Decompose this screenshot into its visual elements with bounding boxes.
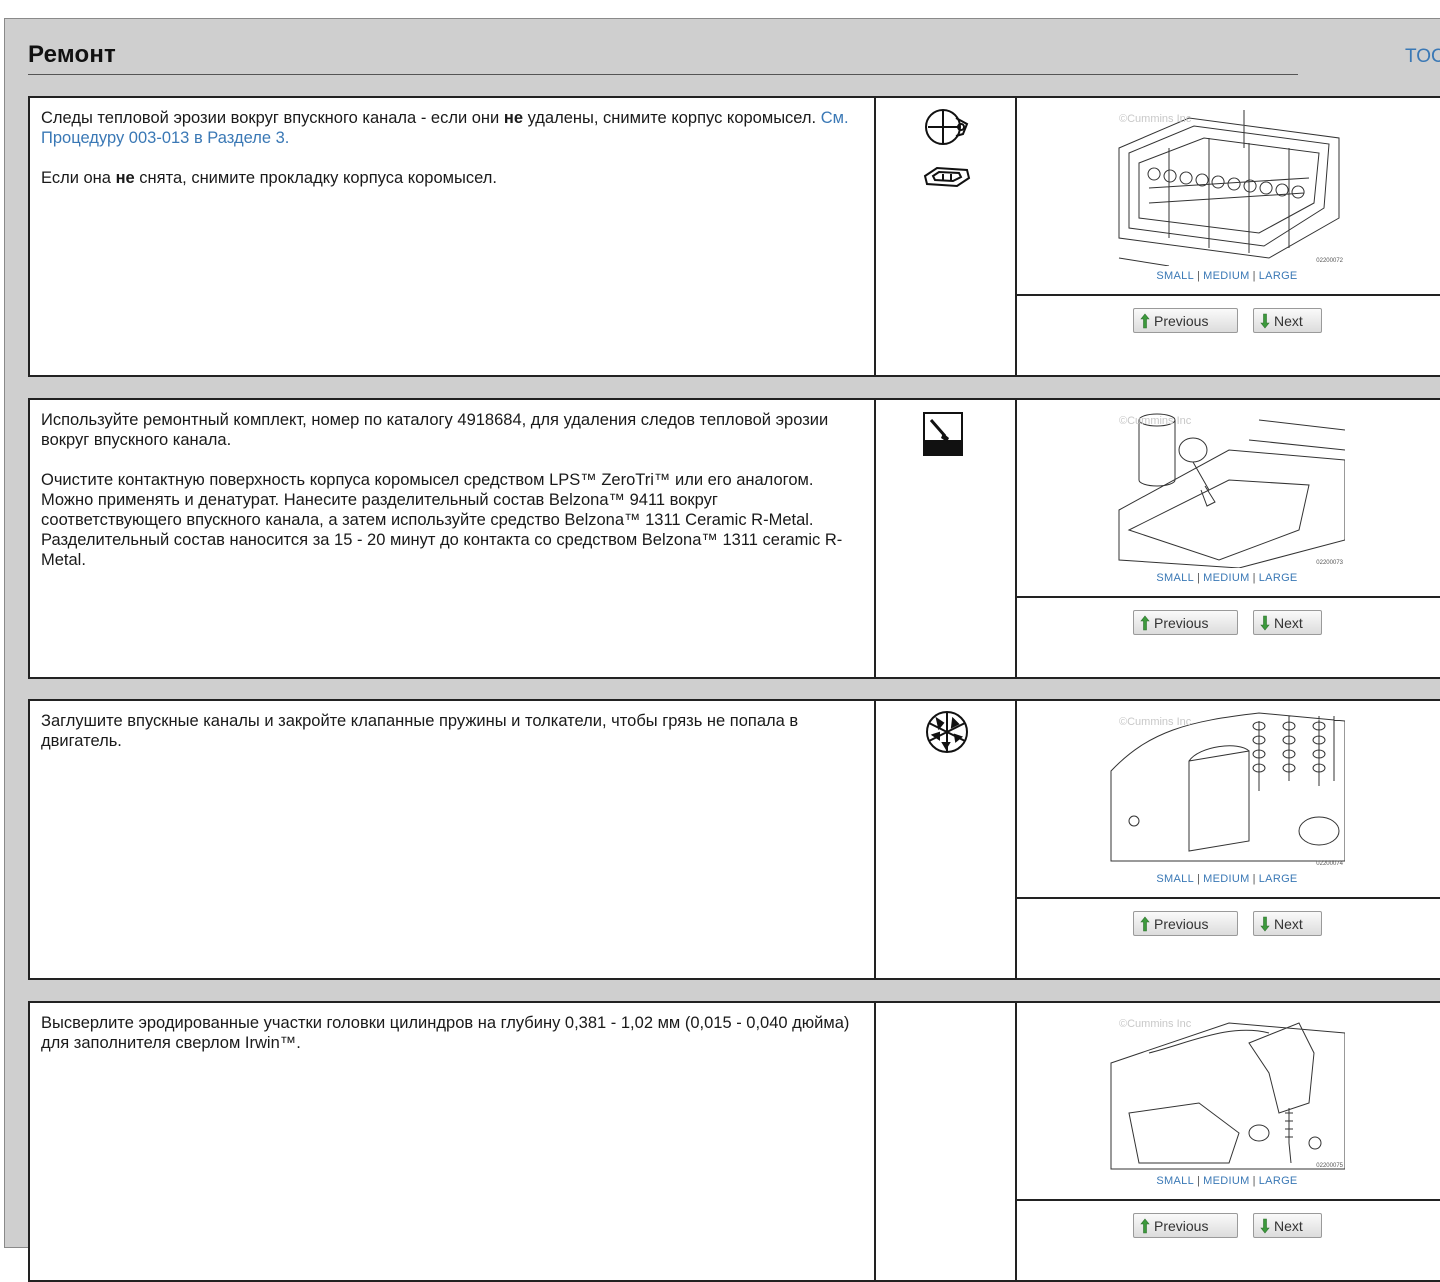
- previous-label: Previous: [1154, 312, 1209, 329]
- arrow-down-icon: [1260, 916, 1270, 932]
- separator: |: [1252, 270, 1256, 282]
- apply-brush-icon: [923, 412, 963, 461]
- previous-label: Previous: [1154, 614, 1209, 631]
- step-paragraph: Если она не снята, снимите прокладку кор…: [41, 169, 497, 187]
- step-text: Следы тепловой эрозии вокруг впускного к…: [30, 98, 876, 375]
- image-size-links: SMALL | MEDIUM | LARGE: [1017, 873, 1437, 885]
- illustration-panel: ©Cummins Inc 02200073 SMALL | MEDIUM | LARGE Pr…: [1017, 400, 1440, 677]
- step-row: Заглушите впускные каналы и закройте кла…: [28, 699, 1440, 980]
- image-size-links: SMALL | MEDIUM | LARGE: [1017, 1175, 1437, 1187]
- figure-id: 02200072: [1316, 258, 1343, 264]
- illustration-box: ©Cummins Inc 02200075 SMALL | MEDIUM | LARGE: [1017, 1003, 1440, 1201]
- image-nav: Previous Next: [1017, 899, 1440, 978]
- image-nav: Previous Next: [1017, 598, 1440, 677]
- toc-link[interactable]: TOC: [1405, 46, 1440, 68]
- next-label: Next: [1274, 915, 1303, 932]
- illustration-box: ©Cummins Inc 02200074 SMALL | MEDIUM | LARGE: [1017, 701, 1440, 899]
- separator: |: [1197, 873, 1201, 885]
- size-link-large[interactable]: LARGE: [1259, 873, 1298, 885]
- image-nav: Previous Next: [1017, 1201, 1440, 1280]
- step-icons: [876, 1003, 1017, 1280]
- separator: |: [1252, 572, 1256, 584]
- next-label: Next: [1274, 614, 1303, 631]
- step-paragraph: Следы тепловой эрозии вокруг впускного к…: [41, 109, 849, 147]
- size-link-large[interactable]: LARGE: [1259, 572, 1298, 584]
- step-row: Высверлите эродированные участки головки…: [28, 1001, 1440, 1282]
- illustration-panel: ©Cummins Inc 02200072 SMALL | MEDIUM | LARGE Pr…: [1017, 98, 1440, 375]
- emphasis: не: [115, 169, 135, 187]
- illustration-panel: ©Cummins Inc 02200075 SMALL | MEDIUM | LARGE Pr…: [1017, 1003, 1440, 1280]
- cover-openings-icon: [923, 709, 971, 760]
- next-button[interactable]: Next: [1253, 610, 1322, 635]
- page-header: Ремонт: [28, 41, 1298, 75]
- previous-button[interactable]: Previous: [1133, 610, 1238, 635]
- size-link-small[interactable]: SMALL: [1156, 270, 1194, 282]
- next-label: Next: [1274, 312, 1303, 329]
- watermark: ©Cummins Inc: [1119, 415, 1192, 427]
- next-button[interactable]: Next: [1253, 1213, 1322, 1238]
- illustration-box: ©Cummins Inc 02200072 SMALL | MEDIUM | LARGE: [1017, 98, 1440, 296]
- arrow-up-icon: [1140, 916, 1150, 932]
- procedure-frame: Ремонт TOC Следы тепловой эрозии вокруг …: [4, 18, 1440, 1282]
- wrench-tool-icon: [923, 106, 971, 153]
- gasket-icon: [923, 164, 971, 195]
- image-size-links: SMALL | MEDIUM | LARGE: [1017, 572, 1437, 584]
- previous-button[interactable]: Previous: [1133, 308, 1238, 333]
- step-icons: [876, 400, 1017, 677]
- step-illustration[interactable]: ©Cummins Inc 02200072: [1109, 108, 1345, 266]
- figure-id: 02200074: [1316, 861, 1343, 867]
- size-link-medium[interactable]: MEDIUM: [1203, 1175, 1249, 1187]
- size-link-large[interactable]: LARGE: [1259, 270, 1298, 282]
- step-text: Высверлите эродированные участки головки…: [30, 1003, 876, 1280]
- step-paragraph: Заглушите впускные каналы и закройте кла…: [41, 712, 799, 750]
- illustration-box: ©Cummins Inc 02200073 SMALL | MEDIUM | LARGE: [1017, 400, 1440, 598]
- size-link-small[interactable]: SMALL: [1156, 1175, 1194, 1187]
- watermark: ©Cummins Inc: [1119, 1018, 1192, 1030]
- next-button[interactable]: Next: [1253, 308, 1322, 333]
- illustration-panel: ©Cummins Inc 02200074 SMALL | MEDIUM | LARGE Pr…: [1017, 701, 1440, 978]
- arrow-up-icon: [1140, 615, 1150, 631]
- size-link-medium[interactable]: MEDIUM: [1203, 572, 1249, 584]
- size-link-small[interactable]: SMALL: [1156, 873, 1194, 885]
- watermark: ©Cummins Inc: [1119, 113, 1192, 125]
- separator: |: [1197, 270, 1201, 282]
- figure-id: 02200073: [1316, 560, 1343, 566]
- separator: |: [1252, 873, 1256, 885]
- separator: |: [1197, 1175, 1201, 1187]
- size-link-small[interactable]: SMALL: [1156, 572, 1194, 584]
- step-paragraph: Очистите контактную поверхность корпуса …: [41, 471, 843, 569]
- step-paragraph: Используйте ремонтный комплект, номер по…: [41, 411, 829, 449]
- arrow-down-icon: [1260, 615, 1270, 631]
- previous-button[interactable]: Previous: [1133, 1213, 1238, 1238]
- image-size-links: SMALL | MEDIUM | LARGE: [1017, 270, 1437, 282]
- arrow-down-icon: [1260, 313, 1270, 329]
- step-text: Используйте ремонтный комплект, номер по…: [30, 400, 876, 677]
- step-row: Следы тепловой эрозии вокруг впускного к…: [28, 96, 1440, 377]
- step-text: Заглушите впускные каналы и закройте кла…: [30, 701, 876, 978]
- size-link-medium[interactable]: MEDIUM: [1203, 873, 1249, 885]
- figure-id: 02200075: [1316, 1163, 1343, 1169]
- next-button[interactable]: Next: [1253, 911, 1322, 936]
- watermark: ©Cummins Inc: [1119, 716, 1192, 728]
- page-title: Ремонт: [28, 41, 116, 68]
- step-icons: [876, 98, 1017, 375]
- step-icons: [876, 701, 1017, 978]
- emphasis: не: [503, 109, 524, 127]
- previous-label: Previous: [1154, 915, 1209, 932]
- step-paragraph: Высверлите эродированные участки головки…: [41, 1014, 850, 1052]
- step-illustration[interactable]: ©Cummins Inc 02200075: [1109, 1013, 1345, 1171]
- step-row: Используйте ремонтный комплект, номер по…: [28, 398, 1440, 679]
- separator: |: [1252, 1175, 1256, 1187]
- image-nav: Previous Next: [1017, 296, 1440, 375]
- arrow-up-icon: [1140, 313, 1150, 329]
- previous-button[interactable]: Previous: [1133, 911, 1238, 936]
- step-illustration[interactable]: ©Cummins Inc 02200073: [1109, 410, 1345, 568]
- size-link-large[interactable]: LARGE: [1259, 1175, 1298, 1187]
- procedure-reference-link[interactable]: См. Процедуру 003-013 в Разделе 3.: [41, 109, 849, 147]
- step-illustration[interactable]: ©Cummins Inc 02200074: [1109, 711, 1345, 869]
- size-link-medium[interactable]: MEDIUM: [1203, 270, 1249, 282]
- separator: |: [1197, 572, 1201, 584]
